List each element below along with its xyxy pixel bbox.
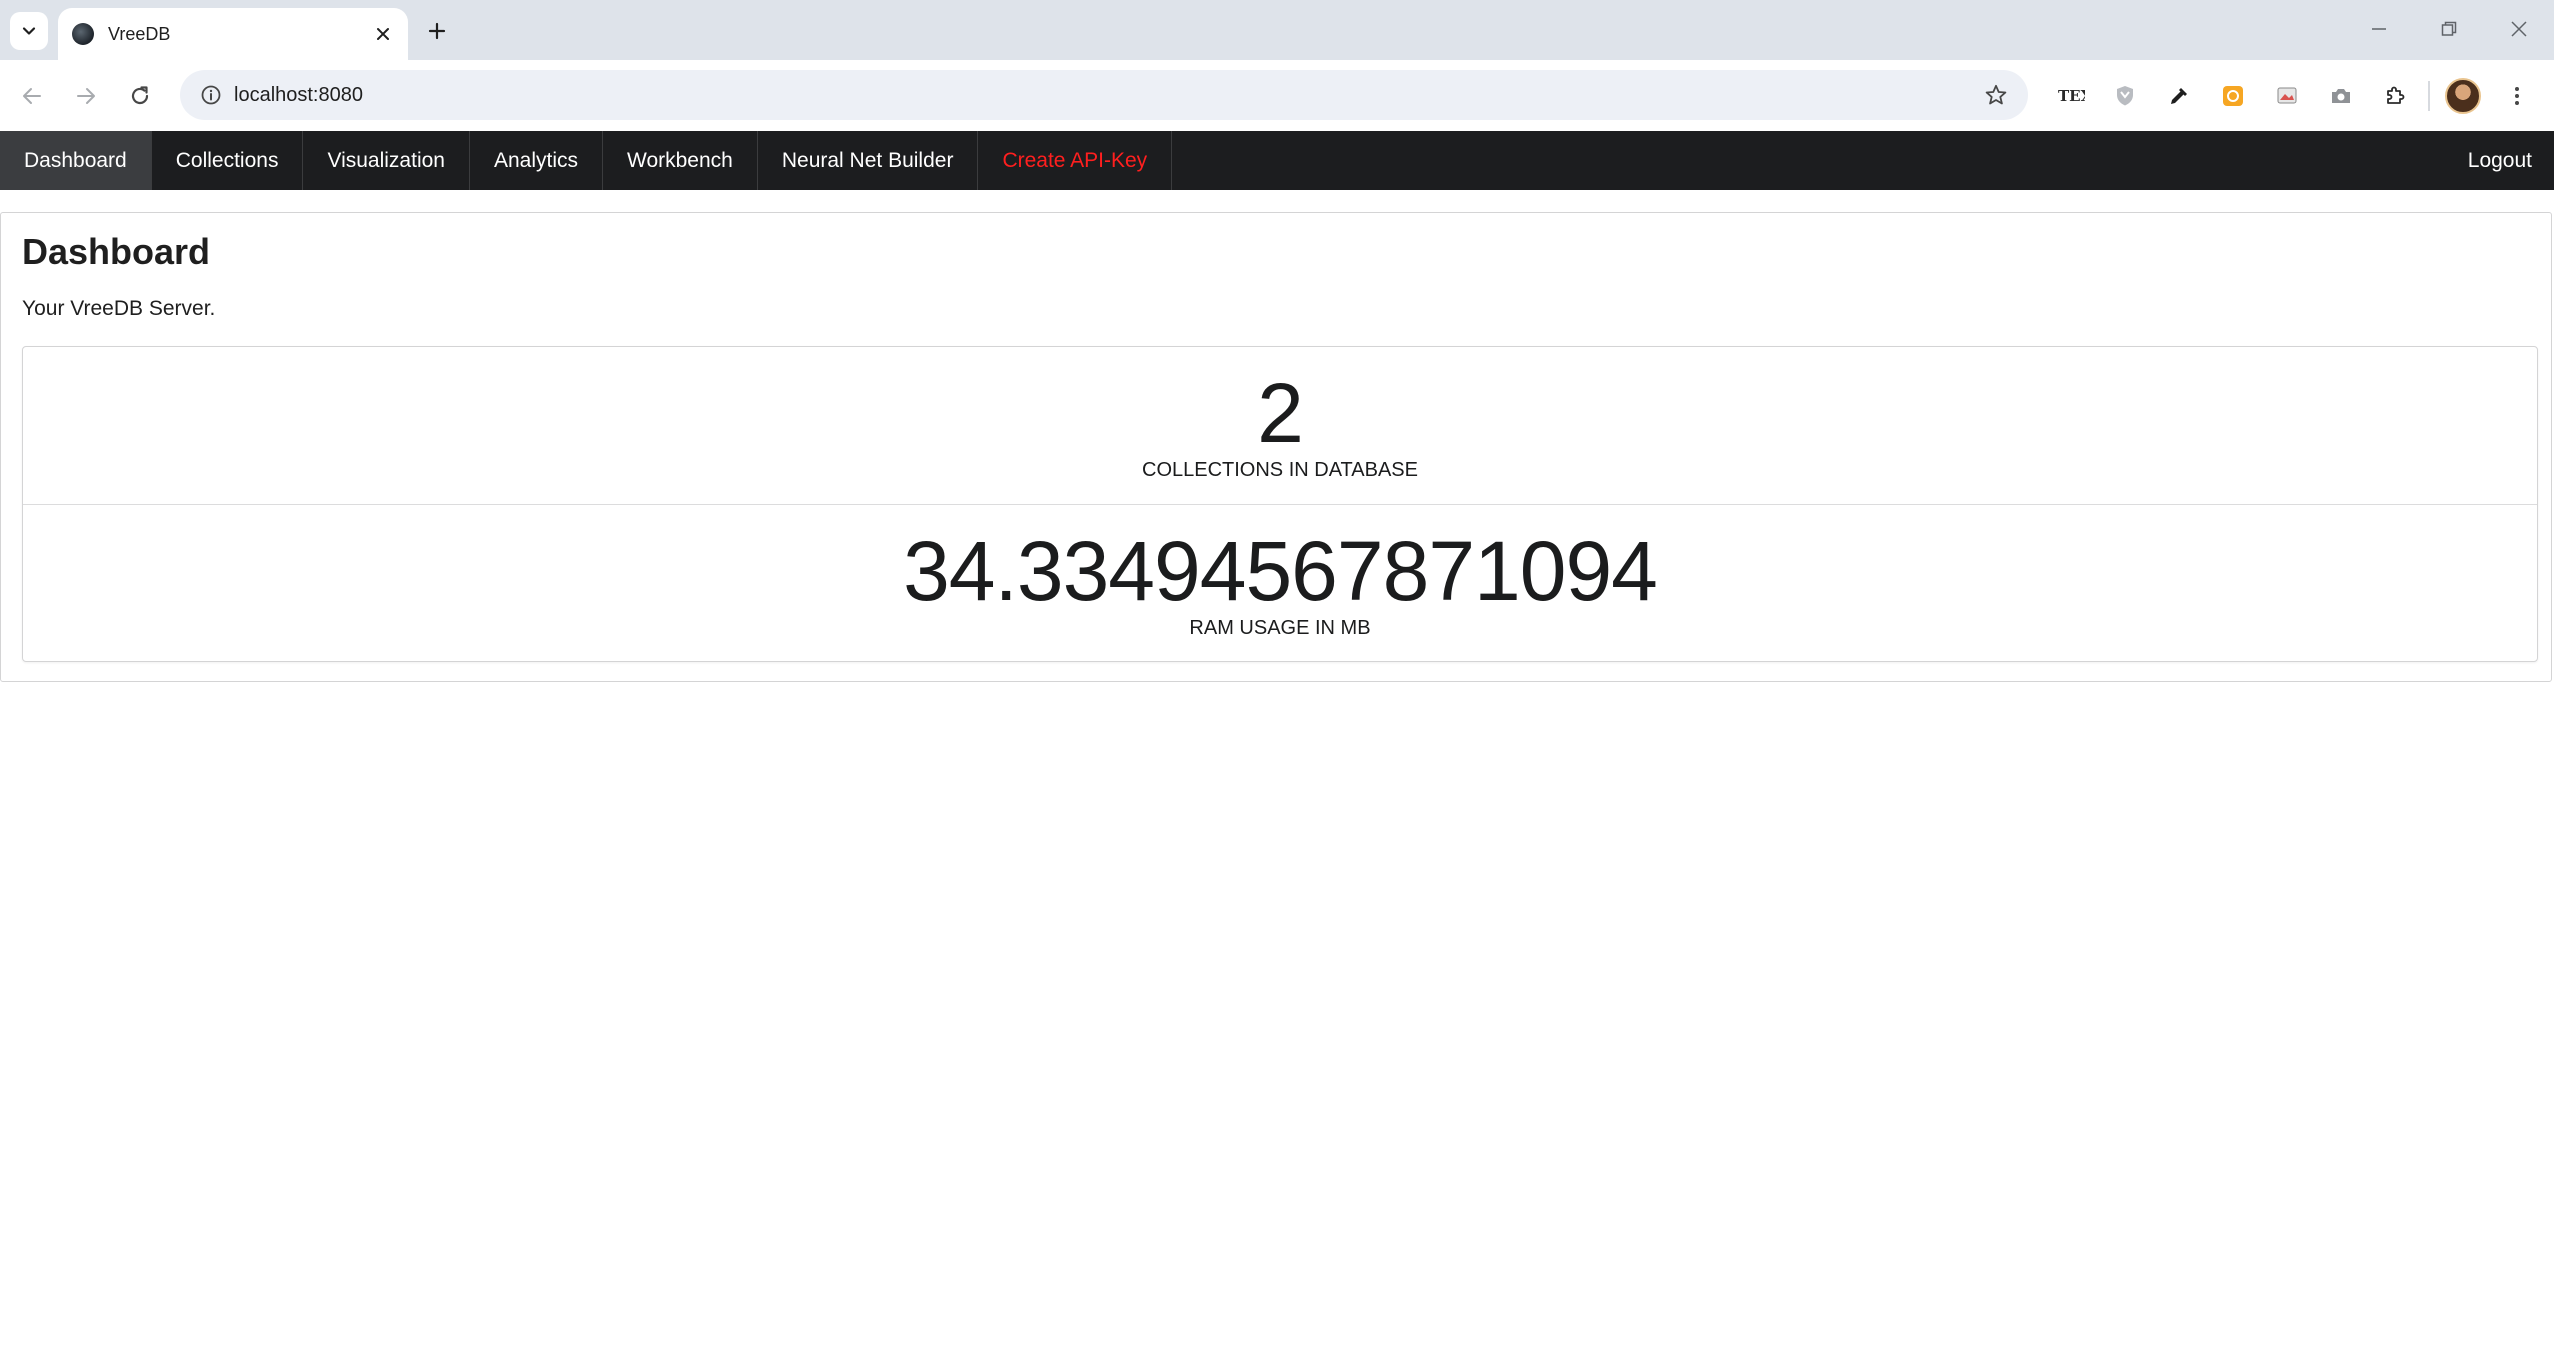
restore-icon	[2441, 21, 2457, 36]
color-picker-extension-button[interactable]	[2152, 74, 2206, 118]
image-extension-icon	[2277, 87, 2297, 104]
tab-close-button[interactable]	[368, 19, 398, 49]
minimize-icon	[2372, 28, 2386, 30]
close-window-button[interactable]	[2484, 0, 2554, 58]
avatar	[2445, 78, 2481, 114]
dashboard-segment: Dashboard Your VreeDB Server. 2 COLLECTI…	[0, 212, 2552, 682]
browser-menu-button[interactable]	[2490, 74, 2544, 118]
bookmark-button[interactable]	[1974, 70, 2018, 120]
nav-item-neural-net-builder[interactable]: Neural Net Builder	[758, 131, 979, 190]
stat-label: RAM USAGE IN MB	[1189, 617, 1371, 639]
nav-item-workbench[interactable]: Workbench	[603, 131, 758, 190]
stat-label: COLLECTIONS IN DATABASE	[1142, 459, 1418, 481]
shield-extension-button[interactable]	[2098, 74, 2152, 118]
orange-extension-button[interactable]	[2206, 74, 2260, 118]
stat-value: 2	[1257, 366, 1304, 460]
nav-item-create-api-key[interactable]: Create API-Key	[978, 131, 1173, 190]
minimize-button[interactable]	[2344, 0, 2414, 58]
toolbar-divider	[2428, 81, 2430, 111]
tex-extension-button[interactable]: TEX	[2044, 74, 2098, 118]
tab-title: VreeDB	[108, 23, 171, 44]
plus-icon	[428, 22, 446, 40]
nav-item-visualization[interactable]: Visualization	[303, 131, 470, 190]
restore-button[interactable]	[2414, 0, 2484, 58]
browser-toolbar: localhost:8080 TEX	[0, 60, 2554, 133]
nav-item-analytics[interactable]: Analytics	[470, 131, 604, 190]
address-bar[interactable]: localhost:8080	[180, 70, 2028, 120]
back-button[interactable]	[12, 76, 52, 116]
site-info-button[interactable]	[188, 70, 234, 120]
orange-extension-icon	[2223, 86, 2243, 106]
nav-item-dashboard[interactable]: Dashboard	[0, 131, 152, 190]
stats-panel: 2 COLLECTIONS IN DATABASE 34.33494567871…	[22, 346, 2538, 662]
extensions-bar: TEX	[2044, 74, 2544, 118]
chevron-down-icon	[22, 27, 36, 35]
browser-tab[interactable]: VreeDB	[58, 8, 408, 60]
arrow-right-icon	[77, 88, 95, 104]
nav-item-collections[interactable]: Collections	[152, 131, 304, 190]
stat-collections: 2 COLLECTIONS IN DATABASE	[23, 347, 2537, 504]
new-tab-button[interactable]	[418, 14, 456, 48]
extensions-menu-button[interactable]	[2368, 74, 2422, 118]
browser-tabstrip: VreeDB	[0, 0, 2554, 60]
info-icon	[201, 85, 221, 105]
camera-icon	[2332, 89, 2350, 103]
close-icon	[377, 28, 389, 40]
image-extension-button[interactable]	[2260, 74, 2314, 118]
logout-button[interactable]: Logout	[2444, 131, 2554, 190]
window-controls	[2344, 0, 2554, 58]
url-text: localhost:8080	[234, 83, 363, 106]
svg-text:TEX: TEX	[2058, 87, 2085, 105]
tab-search-button[interactable]	[10, 12, 48, 50]
main-navbar: Dashboard Collections Visualization Anal…	[0, 131, 2554, 190]
profile-button[interactable]	[2436, 74, 2490, 118]
tex-icon: TEX	[2058, 87, 2085, 105]
arrow-left-icon	[23, 88, 41, 104]
more-vert-icon	[2515, 87, 2519, 105]
stat-ram-usage: 34.33494567871094 RAM USAGE IN MB	[23, 504, 2537, 661]
screenshot-extension-button[interactable]	[2314, 74, 2368, 118]
puzzle-icon	[2387, 86, 2405, 104]
stat-value: 34.33494567871094	[903, 524, 1658, 618]
reload-icon	[131, 86, 149, 105]
page-subtitle: Your VreeDB Server.	[22, 297, 216, 320]
close-icon	[2511, 21, 2527, 37]
reload-button[interactable]	[120, 76, 160, 116]
page-title: Dashboard	[22, 231, 211, 272]
forward-button[interactable]	[66, 76, 106, 116]
eyedropper-icon	[2171, 88, 2187, 104]
star-icon	[1985, 84, 2007, 105]
navbar-spacer	[1172, 131, 2444, 190]
shield-icon	[2117, 86, 2133, 106]
vreedb-favicon-icon	[72, 23, 94, 45]
